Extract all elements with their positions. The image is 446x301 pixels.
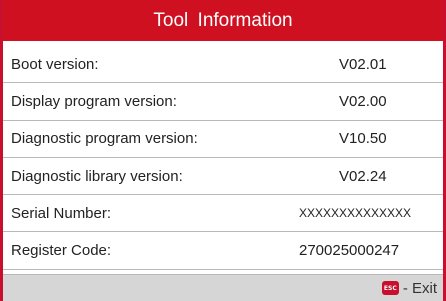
title-bar: Tool Information	[3, 0, 443, 41]
esc-key-icon: ESC	[381, 281, 399, 295]
diagnostic-library-version-value: V02.24	[339, 167, 387, 185]
serial-number-row: Serial Number: XXXXXXXXXXXXXX	[3, 195, 443, 233]
register-code-label: Register Code:	[11, 242, 112, 260]
serial-number-value: XXXXXXXXXXXXXX	[299, 206, 412, 221]
exit-button[interactable]: ESC - Exit	[381, 279, 437, 297]
register-code-value: 270025000247	[299, 242, 400, 260]
boot-version-value: V02.01	[339, 55, 387, 73]
serial-number-label: Serial Number:	[11, 204, 112, 222]
tool-information-screen: Tool Information Boot version: V02.01 Di…	[0, 0, 446, 301]
exit-label: - Exit	[402, 279, 437, 297]
footer-bar: ESC - Exit	[3, 274, 443, 301]
display-program-version-value: V02.00	[339, 92, 387, 110]
diagnostic-program-version-label: Diagnostic program version:	[11, 130, 198, 148]
diagnostic-program-version-row: Diagnostic program version: V10.50	[3, 121, 443, 158]
page-title: Tool Information	[153, 9, 293, 31]
diagnostic-program-version-value: V10.50	[339, 130, 387, 148]
display-program-version-label: Display program version:	[11, 92, 177, 110]
diagnostic-library-version-label: Diagnostic library version:	[11, 167, 183, 185]
info-list: Boot version: V02.01 Display program ver…	[3, 46, 443, 270]
diagnostic-library-version-row: Diagnostic library version: V02.24	[3, 158, 443, 196]
register-code-row: Register Code: 270025000247	[3, 232, 443, 270]
boot-version-row: Boot version: V02.01	[3, 46, 443, 84]
boot-version-label: Boot version:	[11, 55, 99, 73]
display-program-version-row: Display program version: V02.00	[3, 83, 443, 121]
